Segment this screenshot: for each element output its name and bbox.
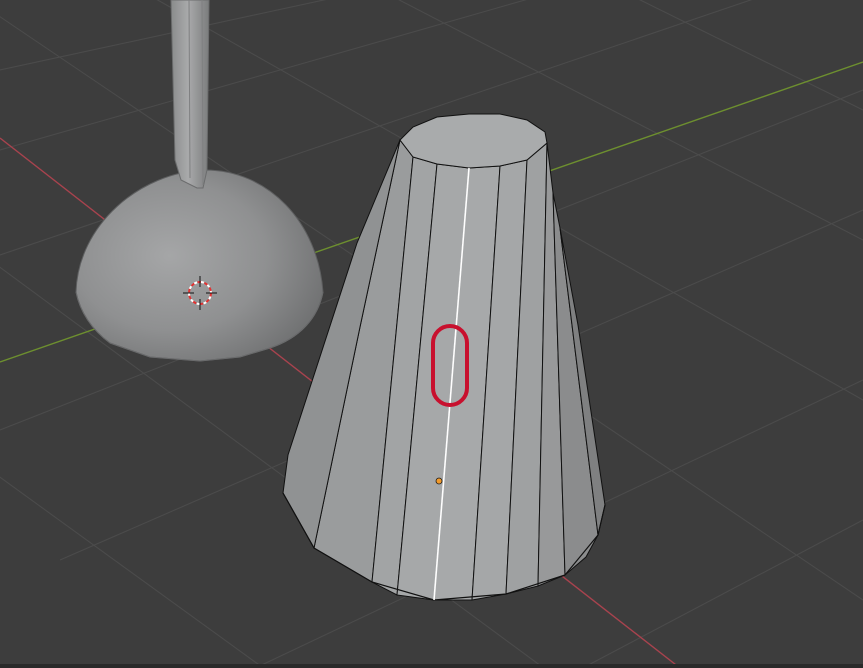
object-origin-icon: [435, 477, 443, 485]
cone-mesh[interactable]: [282, 113, 606, 601]
cone-top-cap[interactable]: [399, 113, 548, 169]
handle-mesh[interactable]: [170, 0, 210, 189]
sphere-dome-mesh[interactable]: [75, 169, 324, 362]
3d-viewport[interactable]: [0, 0, 863, 668]
viewport-scene[interactable]: [0, 0, 863, 668]
viewport-bottom-border: [0, 664, 863, 668]
